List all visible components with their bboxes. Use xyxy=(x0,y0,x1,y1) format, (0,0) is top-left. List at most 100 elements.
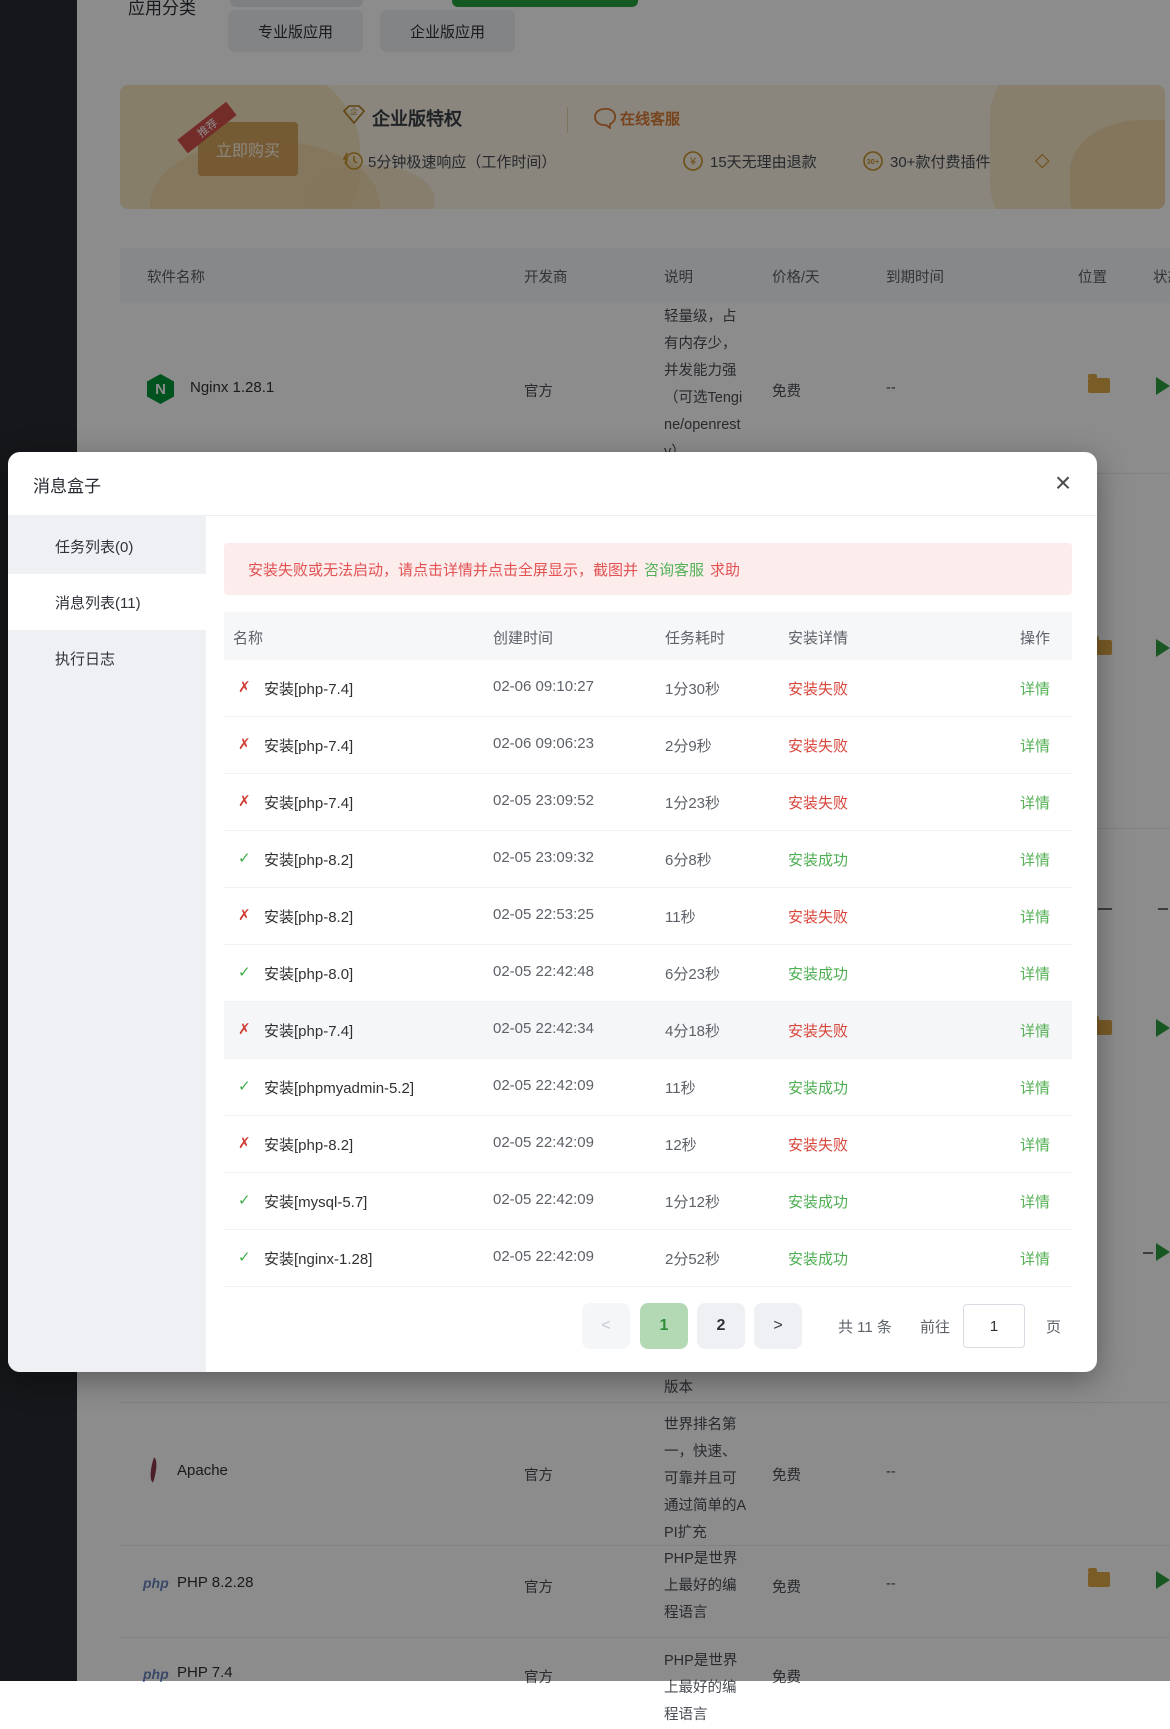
task-created-time: 02-05 22:42:34 xyxy=(493,1020,594,1037)
task-detail-link[interactable]: 详情 xyxy=(1020,1020,1050,1041)
task-name: 安装[php-7.4] xyxy=(264,738,354,755)
task-created-time: 02-05 22:42:09 xyxy=(493,1248,594,1265)
col-created: 创建时间 xyxy=(493,630,554,647)
task-name: 安装[php-8.2] xyxy=(264,852,354,869)
task-detail-link[interactable]: 详情 xyxy=(1020,1248,1050,1269)
task-name: 安装[php-7.4] xyxy=(264,1023,354,1040)
task-detail-link[interactable]: 详情 xyxy=(1020,678,1050,699)
task-result: 安装失败 xyxy=(788,738,849,755)
page-2-button[interactable]: 2 xyxy=(697,1303,745,1349)
task-name: 安装[php-8.0] xyxy=(264,966,354,983)
next-page-button[interactable]: > xyxy=(754,1303,802,1349)
task-result: 安装失败 xyxy=(788,795,849,812)
prev-page-button[interactable]: < xyxy=(582,1303,630,1349)
task-result: 安装成功 xyxy=(788,1194,849,1211)
task-row: ✓ 安装[mysql-5.7] 02-05 22:42:09 1分12秒 安装成… xyxy=(224,1173,1072,1230)
task-created-time: 02-06 09:06:23 xyxy=(493,735,594,752)
task-result: 安装成功 xyxy=(788,852,849,869)
contact-support-link[interactable]: 咨询客服 xyxy=(644,559,704,580)
task-result: 安装成功 xyxy=(788,966,849,983)
task-created-time: 02-05 23:09:32 xyxy=(493,849,594,866)
task-row: ✗ 安装[php-7.4] 02-06 09:10:27 1分30秒 安装失败 … xyxy=(224,660,1072,717)
message-box-modal: 消息盒子 × 任务列表(0) 消息列表(11) 执行日志 安装失败或无法启动，请… xyxy=(8,452,1097,1372)
col-action: 操作 xyxy=(1020,630,1051,647)
goto-page-input[interactable] xyxy=(963,1304,1025,1348)
task-result: 安装成功 xyxy=(788,1251,849,1268)
task-created-time: 02-06 09:10:27 xyxy=(493,678,594,695)
task-created-time: 02-05 22:42:09 xyxy=(493,1077,594,1094)
task-row: ✗ 安装[php-7.4] 02-05 22:42:34 4分18秒 安装失败 … xyxy=(224,1002,1072,1059)
task-duration: 2分52秒 xyxy=(665,1251,721,1268)
tab-task-list[interactable]: 任务列表(0) xyxy=(8,518,206,574)
task-status-icon: ✓ xyxy=(238,1249,251,1266)
task-name: 安装[php-7.4] xyxy=(264,681,354,698)
task-row: ✗ 安装[php-7.4] 02-05 23:09:52 1分23秒 安装失败 … xyxy=(224,774,1072,831)
task-name: 安装[php-8.2] xyxy=(264,909,354,926)
task-status-icon: ✗ xyxy=(238,1021,251,1038)
task-duration: 6分23秒 xyxy=(665,966,721,983)
task-row: ✓ 安装[phpmyadmin-5.2] 02-05 22:42:09 11秒 … xyxy=(224,1059,1072,1116)
modal-title: 消息盒子 xyxy=(33,477,101,496)
close-icon[interactable]: × xyxy=(1046,466,1080,500)
col-detail: 安装详情 xyxy=(788,630,849,647)
task-row: ✓ 安装[php-8.0] 02-05 22:42:48 6分23秒 安装成功 … xyxy=(224,945,1072,1002)
task-duration: 2分9秒 xyxy=(665,738,712,755)
task-name: 安装[phpmyadmin-5.2] xyxy=(264,1080,415,1097)
task-duration: 11秒 xyxy=(665,1080,696,1097)
task-created-time: 02-05 22:53:25 xyxy=(493,906,594,923)
task-status-icon: ✗ xyxy=(238,679,251,696)
task-name: 安装[nginx-1.28] xyxy=(264,1251,373,1268)
install-fail-alert: 安装失败或无法启动，请点击详情并点击全屏显示，截图并 咨询客服 求助 xyxy=(224,543,1072,595)
tab-exec-log[interactable]: 执行日志 xyxy=(8,630,206,686)
task-row: ✗ 安装[php-8.2] 02-05 22:53:25 11秒 安装失败 详情 xyxy=(224,888,1072,945)
task-row: ✓ 安装[php-8.2] 02-05 23:09:32 6分8秒 安装成功 详… xyxy=(224,831,1072,888)
page-1-button[interactable]: 1 xyxy=(640,1303,688,1349)
task-duration: 1分30秒 xyxy=(665,681,721,698)
task-result: 安装失败 xyxy=(788,909,849,926)
task-status-icon: ✓ xyxy=(238,1078,251,1095)
tab-message-list[interactable]: 消息列表(11) xyxy=(8,574,206,630)
task-duration: 4分18秒 xyxy=(665,1023,721,1040)
task-detail-link[interactable]: 详情 xyxy=(1020,792,1050,813)
task-name: 安装[mysql-5.7] xyxy=(264,1194,368,1211)
task-status-icon: ✓ xyxy=(238,850,251,867)
task-status-icon: ✗ xyxy=(238,1135,251,1152)
task-result: 安装失败 xyxy=(788,1023,849,1040)
task-result: 安装失败 xyxy=(788,1137,849,1154)
goto-label: 前往 xyxy=(920,1319,951,1336)
task-duration: 6分8秒 xyxy=(665,852,712,869)
page-suffix-label: 页 xyxy=(1046,1319,1062,1336)
task-status-icon: ✗ xyxy=(238,793,251,810)
task-detail-link[interactable]: 详情 xyxy=(1020,906,1050,927)
task-status-icon: ✗ xyxy=(238,736,251,753)
task-row: ✗ 安装[php-8.2] 02-05 22:42:09 12秒 安装失败 详情 xyxy=(224,1116,1072,1173)
task-name: 安装[php-8.2] xyxy=(264,1137,354,1154)
task-duration: 12秒 xyxy=(665,1137,697,1154)
task-duration: 1分23秒 xyxy=(665,795,721,812)
task-rows: ✗ 安装[php-7.4] 02-06 09:10:27 1分30秒 安装失败 … xyxy=(224,660,1072,1287)
task-detail-link[interactable]: 详情 xyxy=(1020,1077,1050,1098)
task-detail-link[interactable]: 详情 xyxy=(1020,1191,1050,1212)
task-status-icon: ✗ xyxy=(238,907,251,924)
task-detail-link[interactable]: 详情 xyxy=(1020,963,1050,984)
alert-text: 安装失败或无法启动，请点击详情并点击全屏显示，截图并 xyxy=(248,561,639,579)
task-table-header: 名称 创建时间 任务耗时 安装详情 操作 xyxy=(224,612,1072,660)
task-created-time: 02-05 22:42:09 xyxy=(493,1191,594,1208)
task-result: 安装成功 xyxy=(788,1080,849,1097)
task-duration: 11秒 xyxy=(665,909,696,926)
task-detail-link[interactable]: 详情 xyxy=(1020,849,1050,870)
total-count-text: 共 11 条 xyxy=(838,1319,892,1336)
task-result: 安装失败 xyxy=(788,681,849,698)
task-detail-link[interactable]: 详情 xyxy=(1020,1134,1050,1155)
task-detail-link[interactable]: 详情 xyxy=(1020,735,1050,756)
task-name: 安装[php-7.4] xyxy=(264,795,354,812)
task-created-time: 02-05 22:42:48 xyxy=(493,963,594,980)
col-duration: 任务耗时 xyxy=(665,630,726,647)
task-row: ✗ 安装[php-7.4] 02-06 09:06:23 2分9秒 安装失败 详… xyxy=(224,717,1072,774)
task-status-icon: ✓ xyxy=(238,1192,251,1209)
task-created-time: 02-05 23:09:52 xyxy=(493,792,594,809)
alert-suffix: 求助 xyxy=(710,561,741,579)
task-status-icon: ✓ xyxy=(238,964,251,981)
task-row: ✓ 安装[nginx-1.28] 02-05 22:42:09 2分52秒 安装… xyxy=(224,1230,1072,1287)
col-name: 名称 xyxy=(233,630,264,647)
